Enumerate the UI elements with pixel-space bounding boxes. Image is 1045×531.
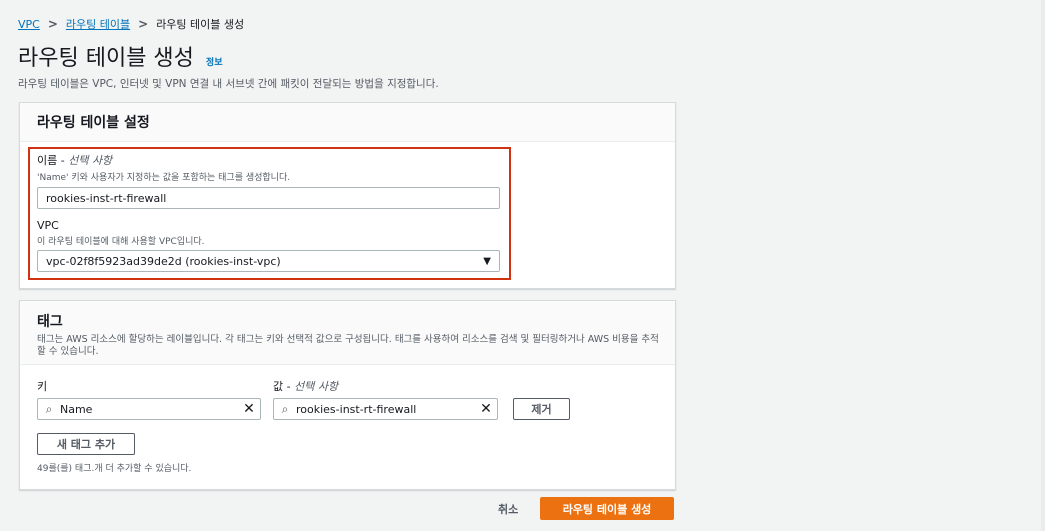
vpc-select[interactable]: vpc-02f8f5923ad39de2d (rookies-inst-vpc)…	[37, 250, 500, 272]
vpc-field-description: 이 라우팅 테이블에 대해 사용할 VPC입니다.	[37, 237, 205, 247]
breadcrumb-route-tables-link[interactable]: 라우팅 테이블	[66, 16, 130, 32]
name-input[interactable]: rookies-inst-rt-firewall	[37, 187, 500, 209]
search-icon: ⌕	[45, 401, 53, 416]
page-title-row: 라우팅 테이블 생성 정보	[18, 40, 222, 72]
add-tag-button[interactable]: 새 태그 추가	[37, 433, 135, 455]
tag-key-input[interactable]: ⌕ Name ✕	[37, 398, 261, 420]
tag-value-label: 값 - 선택 사항	[273, 378, 338, 394]
tag-key-value: Name	[60, 402, 93, 416]
value-label-text: 값 -	[273, 380, 295, 393]
vpc-field-label: VPC	[37, 219, 59, 232]
close-icon[interactable]: ✕	[475, 401, 497, 417]
panel-header: 태그 태그는 AWS 리소스에 할당하는 레이블입니다. 각 태그는 키와 선택…	[20, 301, 675, 365]
name-field-label: 이름 - 선택 사항	[37, 152, 112, 168]
create-route-table-button[interactable]: 라우팅 테이블 생성	[540, 497, 674, 520]
panel-title: 태그	[37, 314, 63, 330]
tags-panel: 태그 태그는 AWS 리소스에 할당하는 레이블입니다. 각 태그는 키와 선택…	[19, 300, 676, 490]
panel-header: 라우팅 테이블 설정	[20, 103, 675, 142]
name-label-text: 이름 -	[37, 154, 69, 167]
name-optional-text: 선택 사항	[68, 154, 113, 167]
page-title: 라우팅 테이블 생성	[18, 46, 194, 71]
value-optional-text: 선택 사항	[294, 380, 339, 393]
tag-value-value: rookies-inst-rt-firewall	[296, 402, 417, 416]
tag-key-label: 키	[37, 380, 48, 393]
vpc-select-value: vpc-02f8f5923ad39de2d (rookies-inst-vpc)	[46, 254, 281, 268]
scrollbar-track	[1041, 0, 1045, 531]
name-field-description: 'Name' 키와 사용자가 지정하는 값을 포함하는 태그를 생성합니다.	[37, 173, 291, 183]
panel-title: 라우팅 테이블 설정	[37, 115, 150, 131]
close-icon[interactable]: ✕	[238, 401, 260, 417]
tag-value-input[interactable]: ⌕ rookies-inst-rt-firewall ✕	[273, 398, 498, 420]
breadcrumb: VPC > 라우팅 테이블 > 라우팅 테이블 생성	[18, 16, 244, 32]
chevron-right-icon: >	[47, 17, 58, 31]
caret-down-icon: ▼	[483, 255, 491, 267]
chevron-right-icon: >	[138, 17, 149, 31]
remove-tag-button[interactable]: 제거	[513, 398, 570, 420]
cancel-button[interactable]: 취소	[498, 501, 518, 517]
page-description: 라우팅 테이블은 VPC, 인터넷 및 VPN 연결 내 서브넷 간에 패킷이 …	[18, 78, 439, 90]
route-table-settings-panel: 라우팅 테이블 설정 이름 - 선택 사항 'Name' 키와 사용자가 지정하…	[19, 102, 676, 289]
breadcrumb-vpc-link[interactable]: VPC	[18, 18, 40, 31]
search-icon: ⌕	[281, 401, 289, 416]
info-link[interactable]: 정보	[206, 55, 223, 68]
tags-description: 태그는 AWS 리소스에 할당하는 레이블입니다. 각 태그는 키와 선택적 값…	[37, 334, 659, 357]
breadcrumb-current: 라우팅 테이블 생성	[156, 18, 245, 31]
tag-limit-note: 49를(를) 태그.개 더 추가할 수 있습니다.	[37, 464, 192, 474]
